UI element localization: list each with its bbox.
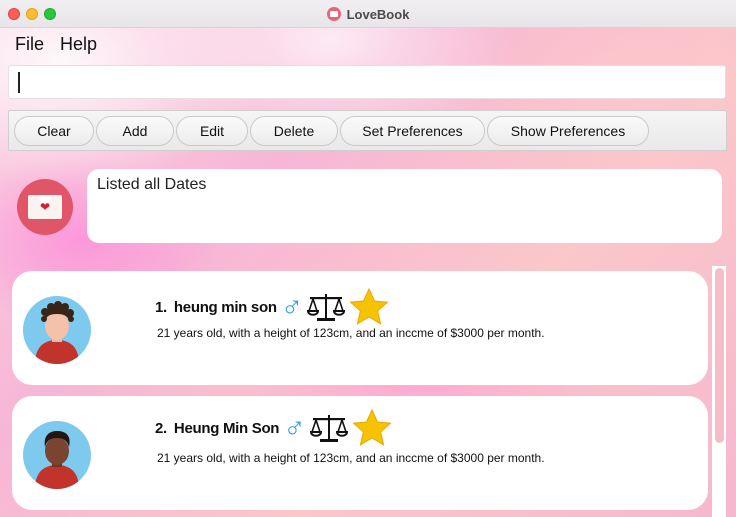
avatar bbox=[23, 421, 91, 489]
window-title: LoveBook bbox=[346, 6, 410, 22]
person-curly-hair-icon bbox=[35, 301, 79, 364]
edit-button[interactable]: Edit bbox=[176, 115, 248, 146]
title-bar: LoveBook bbox=[0, 0, 736, 28]
date-header: 2. Heung Min Son ♂ bbox=[155, 409, 392, 447]
date-card[interactable]: 2. Heung Min Son ♂ 21 years old, with a … bbox=[12, 396, 708, 510]
love-letter-icon: ❤ bbox=[17, 179, 73, 235]
app-logo-icon bbox=[326, 7, 341, 21]
date-index: 1. bbox=[155, 298, 167, 316]
male-symbol-icon: ♂ bbox=[280, 290, 304, 323]
date-header: 1. heung min son ♂ bbox=[155, 288, 389, 326]
menu-help[interactable]: Help bbox=[52, 34, 105, 55]
result-display: Listed all Dates bbox=[87, 169, 722, 243]
star-icon bbox=[349, 288, 389, 325]
delete-button[interactable]: Delete bbox=[250, 115, 338, 146]
command-toolbar: Clear Add Edit Delete Set Preferences Sh… bbox=[8, 110, 727, 151]
command-input[interactable] bbox=[8, 65, 726, 99]
date-name: heung min son bbox=[173, 298, 277, 316]
text-cursor bbox=[18, 72, 20, 93]
menu-file[interactable]: File bbox=[7, 34, 52, 55]
male-symbol-icon: ♂ bbox=[283, 411, 306, 444]
date-list: 1. heung min son ♂ 21 years old, with a … bbox=[0, 258, 736, 517]
result-message: Listed all Dates bbox=[97, 176, 207, 193]
set-preferences-button[interactable]: Set Preferences bbox=[340, 115, 485, 146]
window-title-group: LoveBook bbox=[0, 0, 736, 28]
date-name: Heung Min Son bbox=[173, 419, 280, 437]
libra-scales-icon bbox=[307, 294, 346, 321]
avatar bbox=[23, 296, 91, 364]
star-icon bbox=[351, 409, 392, 446]
scrollbar-thumb[interactable] bbox=[715, 268, 724, 443]
libra-scales-icon bbox=[309, 415, 348, 442]
envelope-icon: ❤ bbox=[28, 195, 62, 219]
person-short-hair-icon bbox=[35, 431, 79, 489]
show-preferences-button[interactable]: Show Preferences bbox=[487, 115, 649, 146]
clear-button[interactable]: Clear bbox=[14, 115, 94, 146]
menu-bar: File Help bbox=[0, 28, 105, 60]
date-index: 2. bbox=[155, 419, 167, 437]
add-button[interactable]: Add bbox=[96, 115, 174, 146]
date-description: 21 years old, with a height of 123cm, an… bbox=[157, 451, 545, 465]
heart-icon: ❤ bbox=[39, 200, 51, 214]
date-card[interactable]: 1. heung min son ♂ 21 years old, with a … bbox=[12, 271, 708, 385]
date-description: 21 years old, with a height of 123cm, an… bbox=[157, 326, 545, 340]
